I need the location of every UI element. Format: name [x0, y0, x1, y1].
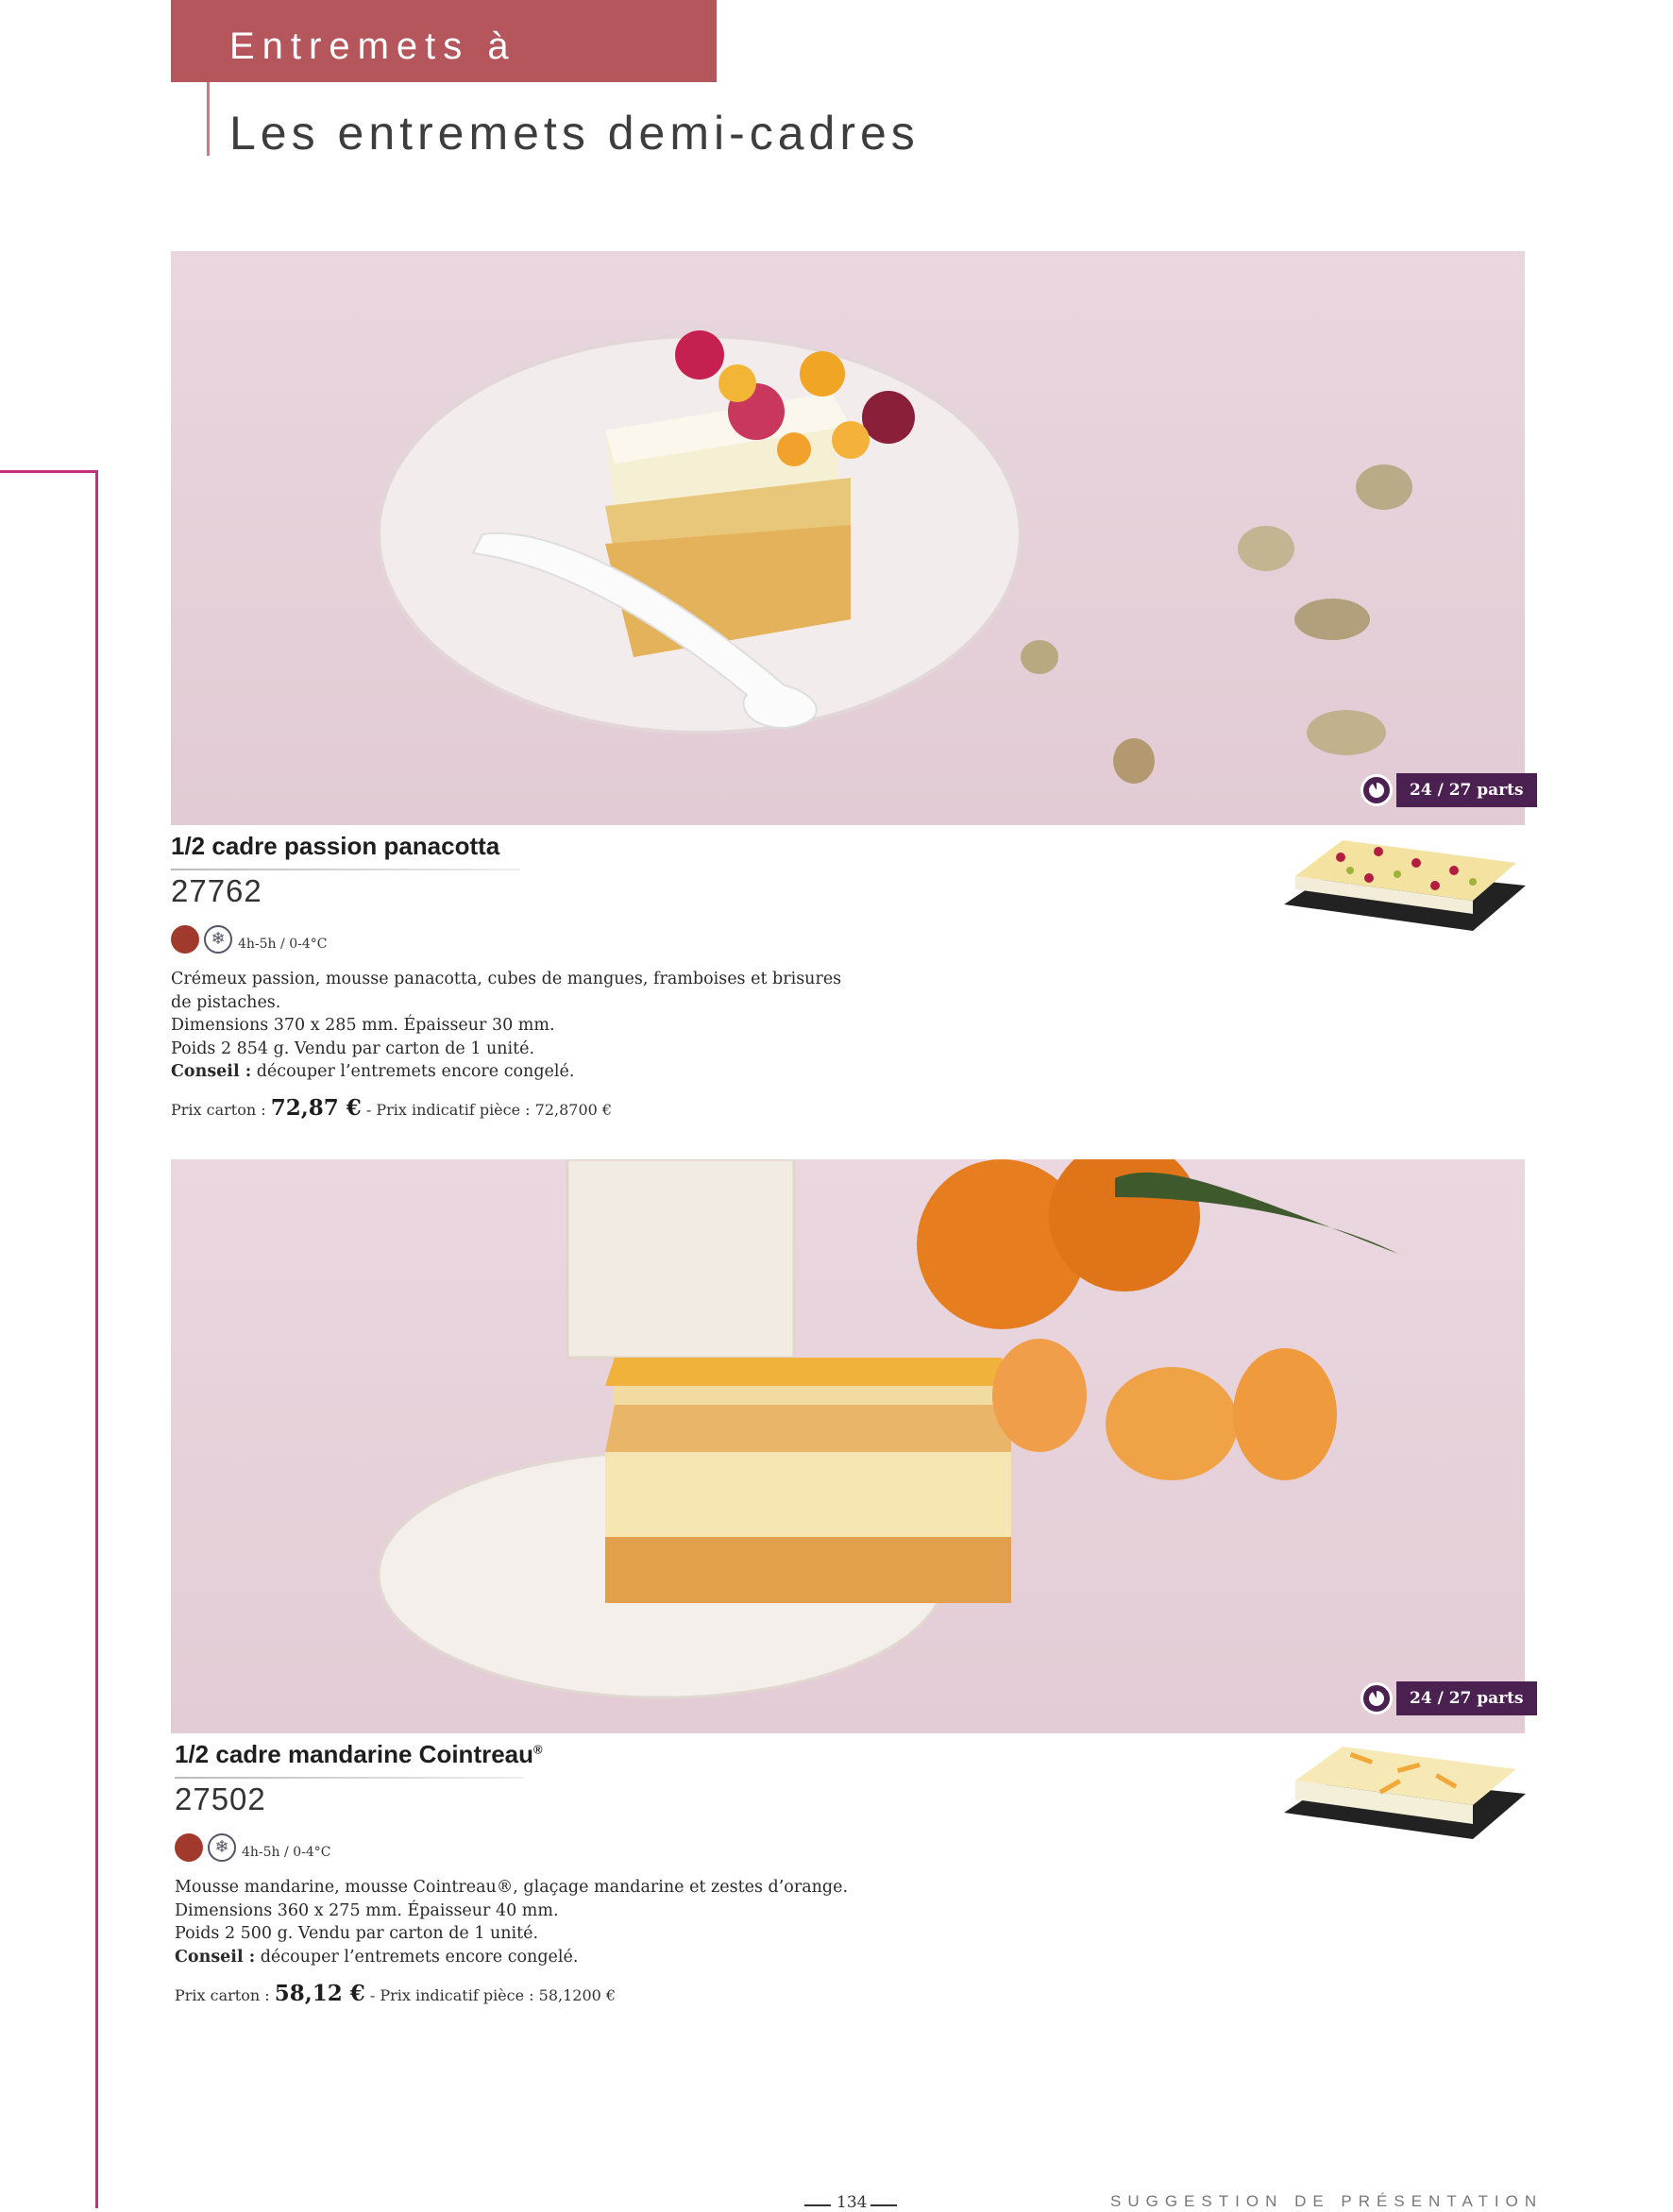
product-name-text: 1/2 cadre passion panacotta: [171, 832, 500, 860]
desc-line: Crémeux passion, mousse panacotta, cubes…: [171, 970, 842, 1012]
price-row-2: Prix carton : 58,12 € - Prix indicatif p…: [175, 1981, 616, 2006]
brown-dot-icon: [175, 1833, 203, 1862]
product-name-text: 1/2 cadre mandarine Cointreau: [175, 1740, 534, 1768]
price-label: Prix carton :: [171, 1101, 271, 1119]
desc-conseil: Conseil : découper l’entremets encore co…: [175, 1946, 854, 1969]
page-number: 134: [836, 2193, 868, 2212]
page-title: Les entremets demi-cadres: [229, 107, 920, 160]
footer-dash-right: [870, 2204, 897, 2206]
product-photo-2: [171, 1159, 1525, 1733]
product-name-1: 1/2 cadre passion panacotta: [171, 832, 499, 861]
desc-line: Dimensions 370 x 285 mm. Épaisseur 30 mm…: [171, 1016, 555, 1035]
snowflake-icon: ❄: [208, 1833, 236, 1862]
parts-badge-1: 24 / 27 parts: [1360, 772, 1537, 808]
price-row-1: Prix carton : 72,87 € - Prix indicatif p…: [171, 1095, 612, 1121]
footer-dash-left: [804, 2204, 831, 2206]
product-name-2: 1/2 cadre mandarine Cointreau®: [175, 1740, 543, 1769]
title-rule: [207, 82, 210, 156]
price-unit: - Prix indicatif pièce : 72,8700 €: [361, 1101, 613, 1119]
price-value: 58,12 €: [274, 1981, 365, 2006]
name-rule-1: [171, 869, 520, 870]
product-description-2: Mousse mandarine, mousse Cointreau®, gla…: [175, 1876, 854, 1968]
storage-info: 4h-5h / 0-4°C: [238, 937, 328, 952]
conseil-text: découper l’entremets encore congelé.: [251, 1062, 575, 1081]
portion-pie-icon: [1360, 774, 1393, 806]
conseil-label: Conseil :: [175, 1947, 256, 1967]
snowflake-icon: ❄: [204, 925, 232, 954]
parts-label: 24 / 27 parts: [1396, 1681, 1537, 1715]
product-photo-1: [171, 251, 1525, 825]
parts-label: 24 / 27 parts: [1396, 773, 1537, 807]
margin-line-left: [95, 470, 98, 2208]
portion-pie-icon: [1360, 1682, 1393, 1714]
section-tab: Entremets à partager: [171, 0, 717, 160]
product-description-1: Crémeux passion, mousse panacotta, cubes…: [171, 968, 851, 1084]
parts-badge-2: 24 / 27 parts: [1360, 1680, 1537, 1716]
margin-line-top: [0, 470, 98, 473]
desc-line: Dimensions 360 x 275 mm. Épaisseur 40 mm…: [175, 1900, 559, 1920]
price-value: 72,87 €: [270, 1095, 362, 1121]
desc-conseil: Conseil : découper l’entremets encore co…: [171, 1060, 851, 1084]
brown-dot-icon: [171, 925, 199, 954]
price-unit: - Prix indicatif pièce : 58,1200 €: [364, 1986, 617, 2004]
desc-line: Poids 2 854 g. Vendu par carton de 1 uni…: [171, 1038, 535, 1058]
product-icons-1: ❄ 4h-5h / 0-4°C: [171, 925, 327, 954]
storage-info: 4h-5h / 0-4°C: [242, 1845, 331, 1860]
name-rule-2: [175, 1777, 524, 1779]
presentation-note: SUGGESTION DE PRÉSENTATION: [1110, 2192, 1544, 2210]
desc-line: Poids 2 500 g. Vendu par carton de 1 uni…: [175, 1924, 539, 1943]
product-thumbnail-1: [1284, 829, 1526, 933]
product-thumbnail-2: [1284, 1737, 1526, 1841]
conseil-text: découper l’entremets encore congelé.: [255, 1947, 579, 1967]
conseil-label: Conseil :: [171, 1062, 252, 1081]
product-code-2: 27502: [175, 1781, 266, 1816]
product-icons-2: ❄ 4h-5h / 0-4°C: [175, 1833, 330, 1862]
product-code-1: 27762: [171, 873, 262, 908]
desc-line: Mousse mandarine, mousse Cointreau®, gla…: [175, 1878, 849, 1897]
price-label: Prix carton :: [175, 1986, 275, 2004]
product-name-sup: ®: [533, 1742, 543, 1757]
